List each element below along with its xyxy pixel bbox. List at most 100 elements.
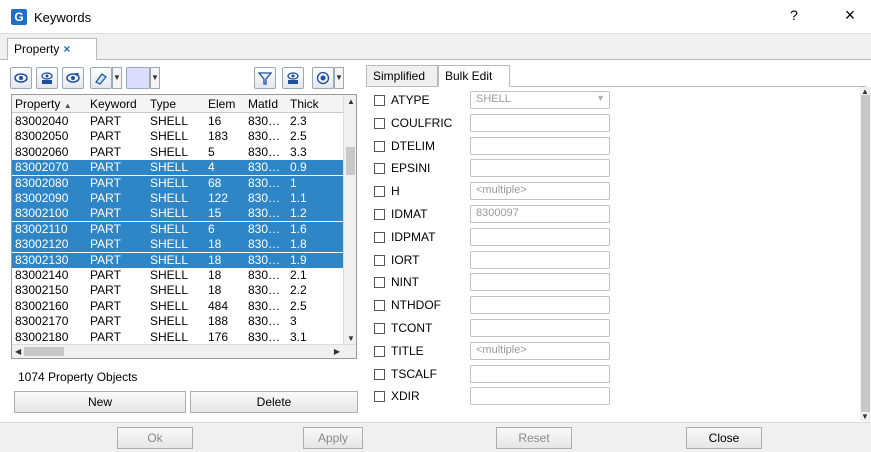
property-value-field[interactable]: [470, 319, 610, 337]
property-value-field[interactable]: [470, 227, 610, 246]
window-close-button[interactable]: ×: [838, 5, 862, 26]
reset-button[interactable]: Reset: [496, 427, 572, 449]
property-checkbox[interactable]: [374, 300, 385, 312]
cell-property: 83002080: [15, 175, 69, 190]
scroll-up-icon[interactable]: ▲: [347, 97, 355, 106]
table-row[interactable]: 83002070 PART SHELL 4 830… 0.9: [12, 160, 344, 176]
hscroll-thumb[interactable]: [24, 347, 64, 356]
tab-bulk-edit[interactable]: Bulk Edit: [438, 65, 510, 87]
cell-keyword: PART: [90, 221, 121, 236]
table-row[interactable]: 83002040 PART SHELL 16 830… 2.3: [12, 114, 344, 129]
color-dropdown[interactable]: ▼: [150, 67, 160, 89]
property-checkbox[interactable]: [374, 140, 385, 152]
panel-scroll-thumb[interactable]: [861, 95, 870, 412]
property-checkbox[interactable]: [374, 95, 385, 106]
view-dropdown[interactable]: ▼: [334, 67, 344, 89]
property-combo[interactable]: SHELL ▼: [470, 91, 610, 109]
col-header-thick[interactable]: Thick: [290, 97, 340, 111]
table-row[interactable]: 83002150 PART SHELL 18 830… 2.2: [12, 283, 344, 298]
scroll-right-icon[interactable]: ▶: [334, 347, 340, 356]
table-row[interactable]: 83002050 PART SHELL 183 830… 2.5: [12, 129, 344, 144]
property-value-field[interactable]: [470, 364, 610, 383]
table-row[interactable]: 83002060 PART SHELL 5 830… 3.3: [12, 145, 344, 160]
table-horizontal-scrollbar[interactable]: ◀ ▶: [12, 344, 356, 358]
table-row[interactable]: 83002120 PART SHELL 18 830… 1.8: [12, 237, 344, 253]
tab-simplified[interactable]: Simplified: [366, 65, 438, 87]
cell-elem: 183: [208, 129, 229, 144]
property-checkbox[interactable]: [374, 323, 385, 334]
sort-asc-icon: ▲: [63, 101, 72, 110]
table-row[interactable]: 83002100 PART SHELL 15 830… 1.2: [12, 206, 344, 222]
property-value-field[interactable]: [470, 250, 610, 269]
cell-thick: 2.5: [290, 298, 307, 313]
help-button[interactable]: ?: [784, 7, 804, 23]
cell-matid: 830…: [248, 114, 281, 128]
cell-elem: 176: [208, 329, 229, 344]
color-swatch-icon[interactable]: [126, 67, 150, 89]
property-value-field[interactable]: <multiple>: [470, 341, 610, 360]
table-vertical-scrollbar[interactable]: ▲ ▼: [343, 95, 356, 345]
apply-button[interactable]: Apply: [303, 427, 363, 449]
cell-type: SHELL: [150, 237, 189, 252]
table-row[interactable]: 83002090 PART SHELL 122 830… 1.1: [12, 191, 344, 206]
property-checkbox[interactable]: [374, 209, 385, 220]
radio-view-icon[interactable]: [312, 67, 334, 89]
scroll-thumb[interactable]: [346, 147, 355, 175]
filter-only-icon[interactable]: [254, 67, 276, 89]
property-checkbox[interactable]: [374, 163, 385, 175]
property-value-field[interactable]: [470, 273, 610, 292]
property-value-field[interactable]: [470, 296, 610, 315]
property-checkbox[interactable]: [374, 345, 385, 357]
panel-scroll-down-icon[interactable]: ▼: [861, 412, 869, 421]
cell-matid: 830…: [248, 129, 281, 144]
close-button[interactable]: Close: [686, 427, 762, 449]
cell-keyword: PART: [90, 114, 121, 128]
ok-button[interactable]: Ok: [117, 427, 193, 449]
property-checkbox[interactable]: [374, 231, 385, 243]
tab-close-icon[interactable]: ×: [63, 42, 70, 56]
table-row[interactable]: 83002140 PART SHELL 18 830… 2.1: [12, 268, 344, 283]
col-header-property[interactable]: Property ▲: [15, 97, 87, 111]
col-header-elem[interactable]: Elem: [208, 97, 244, 111]
property-value-field[interactable]: 8300097: [470, 205, 610, 223]
property-checkbox[interactable]: [374, 277, 385, 289]
table-row[interactable]: 83002160 PART SHELL 484 830… 2.5: [12, 299, 344, 314]
new-button[interactable]: New: [14, 391, 186, 413]
delete-button[interactable]: Delete: [190, 391, 358, 413]
title-bar: G Keywords ? ×: [0, 0, 871, 34]
cell-elem: 5: [208, 144, 215, 159]
chevron-down-icon[interactable]: ▼: [596, 93, 605, 103]
col-header-type[interactable]: Type: [150, 97, 202, 111]
eraser-dropdown[interactable]: ▼: [112, 67, 122, 89]
table-row[interactable]: 83002110 PART SHELL 6 830… 1.6: [12, 221, 344, 237]
property-value-field[interactable]: [470, 387, 610, 406]
eye-toggle-icon[interactable]: [62, 67, 84, 89]
eraser-icon[interactable]: [90, 67, 112, 89]
property-value-field[interactable]: <multiple>: [470, 182, 610, 201]
scroll-down-icon[interactable]: ▼: [347, 334, 355, 343]
col-header-keyword[interactable]: Keyword: [90, 97, 148, 111]
cell-thick: 1.6: [290, 221, 307, 236]
property-checkbox[interactable]: [374, 254, 385, 266]
tab-property[interactable]: Property ×: [7, 38, 97, 60]
eye-only-icon-2[interactable]: [282, 67, 304, 89]
scroll-left-icon[interactable]: ◀: [15, 347, 21, 356]
property-checkbox[interactable]: [374, 186, 385, 198]
property-row-idpmat: IDPMAT: [374, 227, 804, 249]
property-value-field[interactable]: [470, 159, 610, 178]
table-row[interactable]: 83002080 PART SHELL 68 830… 1: [12, 175, 344, 191]
property-value-field[interactable]: [470, 113, 610, 132]
property-row-tcont: TCONT: [374, 318, 804, 340]
property-table[interactable]: Property ▲ Keyword Type Elem MatId Thick…: [11, 94, 357, 359]
col-header-matid[interactable]: MatId: [248, 97, 286, 111]
eye-icon[interactable]: [10, 67, 32, 89]
property-value-field[interactable]: [470, 136, 610, 155]
property-checkbox[interactable]: [374, 117, 385, 129]
property-checkbox[interactable]: [374, 368, 385, 380]
property-checkbox[interactable]: [374, 391, 385, 403]
table-row[interactable]: 83002130 PART SHELL 18 830… 1.9: [12, 252, 344, 268]
table-row[interactable]: 83002170 PART SHELL 188 830… 3: [12, 314, 344, 329]
panel-vertical-scrollbar[interactable]: ▲ ▼: [860, 87, 871, 421]
eye-only-icon[interactable]: [36, 67, 58, 89]
table-row[interactable]: 83002180 PART SHELL 176 830… 3.1: [12, 330, 344, 345]
